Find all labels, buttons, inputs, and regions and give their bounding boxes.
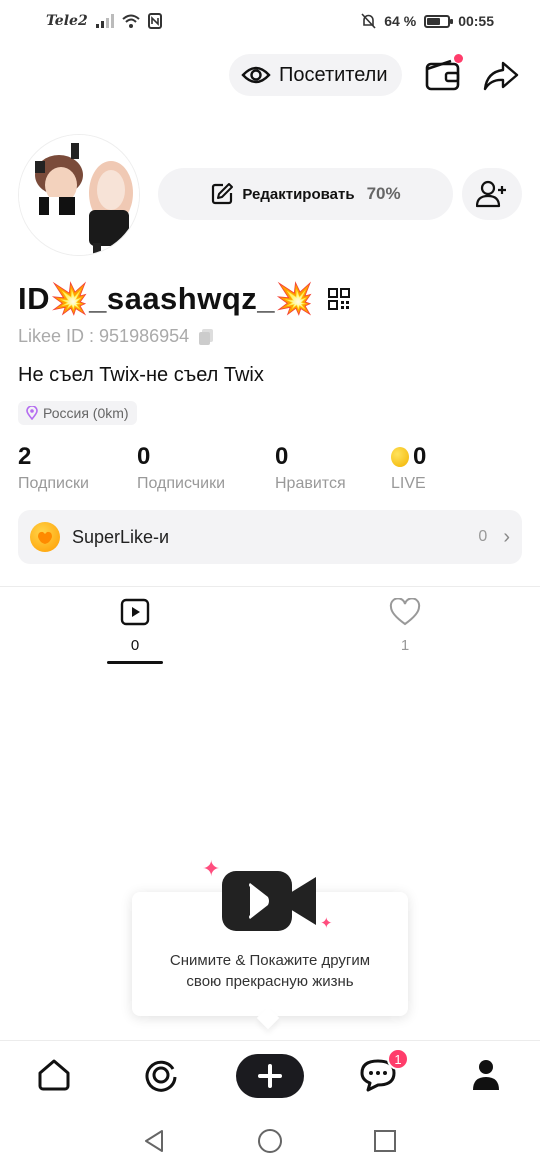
avatar[interactable] <box>18 134 140 256</box>
stat-likes-label: Нравится <box>275 475 346 492</box>
tab-active-indicator <box>107 661 163 664</box>
stat-followers-value: 0 <box>137 443 151 470</box>
mute-bell-icon <box>361 13 376 29</box>
clock: 00:55 <box>458 13 494 29</box>
nav-home[interactable] <box>34 1055 74 1095</box>
qr-code-icon[interactable] <box>328 287 351 310</box>
stat-live-value: 0 <box>413 443 427 470</box>
create-button[interactable] <box>236 1054 304 1098</box>
stats-row: 2 Подписки 0 Подписчики 0 Нравится 0 LIV… <box>18 443 518 495</box>
tab-likes-count: 1 <box>400 637 410 654</box>
battery-icon <box>424 14 454 28</box>
recents-icon[interactable] <box>373 1129 397 1153</box>
stat-following-value: 2 <box>18 443 32 470</box>
explore-icon <box>145 1060 177 1092</box>
stat-live-label: LIVE <box>391 475 426 492</box>
profile-icon <box>473 1060 499 1090</box>
likee-id-text: Likee ID : 951986954 <box>18 326 190 346</box>
stat-likes[interactable]: 0 Нравится <box>275 443 346 493</box>
tab-likes[interactable]: 1 <box>375 597 435 654</box>
username: ID💥_saashwqz_💥 <box>18 280 351 317</box>
video-icon <box>120 598 150 626</box>
sparkle-icon: ✦ <box>202 856 221 881</box>
wifi-icon <box>122 14 140 28</box>
copy-icon[interactable] <box>197 328 215 346</box>
location-text: Россия (0km) <box>43 405 129 421</box>
add-friend-button[interactable] <box>462 168 522 220</box>
stat-likes-value: 0 <box>275 443 289 470</box>
nfc-icon <box>147 13 162 29</box>
bio: Не съел Twix-не съел Twix <box>18 364 264 386</box>
share-icon[interactable] <box>482 57 520 95</box>
superlike-count: 0 <box>478 528 488 545</box>
stat-followers-label: Подписчики <box>137 475 226 492</box>
coin-icon <box>391 447 409 467</box>
tooltip-line-1: Снимите & Покажите другим <box>169 952 371 969</box>
eye-icon <box>241 66 271 84</box>
tooltip-line-2: свою прекрасную жизнь <box>186 973 354 990</box>
heart-icon <box>389 597 421 626</box>
likee-id: Likee ID : 951986954 <box>18 326 215 347</box>
superlike-row[interactable]: SuperLike-и 0 › <box>18 510 522 564</box>
stat-live[interactable]: 0 LIVE <box>391 443 426 493</box>
location-pin-icon <box>26 406 38 420</box>
nav-profile[interactable] <box>466 1055 506 1095</box>
stat-followers[interactable]: 0 Подписчики <box>137 443 225 493</box>
location-tag[interactable]: Россия (0km) <box>18 401 137 425</box>
home-icon <box>38 1059 70 1091</box>
stat-following-label: Подписки <box>18 475 89 492</box>
plus-icon <box>258 1064 282 1088</box>
chevron-right-icon: › <box>503 525 510 548</box>
superlike-label: SuperLike-и <box>72 526 170 547</box>
bottom-nav: 1 <box>0 1040 540 1112</box>
stat-following[interactable]: 2 Подписки <box>18 443 89 493</box>
wallet-notification-dot <box>454 54 463 63</box>
add-user-icon <box>476 180 506 208</box>
edit-icon <box>212 183 234 205</box>
video-camera-icon <box>222 871 316 931</box>
home-circle-icon[interactable] <box>257 1128 283 1154</box>
messages-badge: 1 <box>387 1048 409 1070</box>
signal-icon <box>95 14 114 28</box>
system-nav-bar <box>0 1112 540 1170</box>
battery-percent: 64 % <box>384 13 417 29</box>
avatar-image <box>19 135 139 255</box>
tab-videos[interactable]: 0 <box>105 598 165 654</box>
superlike-icon <box>30 522 60 552</box>
status-bar: Tele2 64 % 00:55 <box>0 0 540 42</box>
carrier-name: Tele2 <box>46 13 88 29</box>
profile-completion: 70% <box>366 184 401 203</box>
username-text: ID💥_saashwqz_💥 <box>18 281 315 316</box>
sparkle-icon-small: ✦ <box>320 915 333 932</box>
visitors-button[interactable]: Посетители <box>229 54 402 96</box>
edit-profile-label: Редактировать <box>242 185 355 203</box>
divider <box>0 586 540 587</box>
visitors-label: Посетители <box>279 63 388 86</box>
nav-explore[interactable] <box>141 1055 181 1095</box>
back-icon[interactable] <box>142 1128 166 1154</box>
tab-videos-count: 0 <box>130 637 140 654</box>
edit-profile-button[interactable]: Редактировать 70% <box>158 168 453 220</box>
